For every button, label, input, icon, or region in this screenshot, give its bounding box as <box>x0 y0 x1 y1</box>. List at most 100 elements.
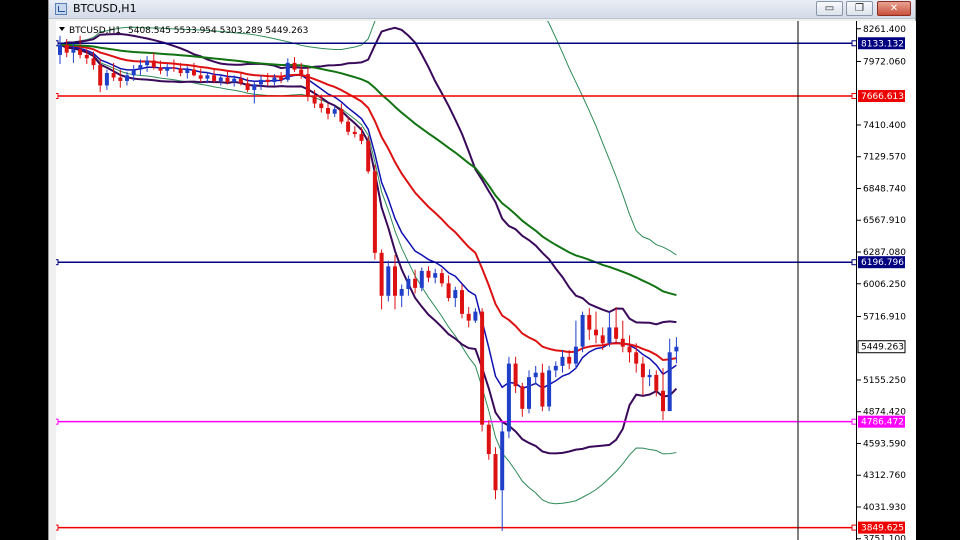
close-icon: ✕ <box>889 3 899 14</box>
minimize-icon: ▭ <box>824 3 835 14</box>
scale-tick-label: 7972.060 <box>863 57 906 67</box>
scale-tick-label: 3751.100 <box>863 535 906 540</box>
candle-body <box>145 60 150 66</box>
candlestick-chart[interactable]: BTCUSD,H1 5408.545 5533.954 5303.289 544… <box>56 21 856 540</box>
candle-body <box>393 266 397 296</box>
candle-body <box>138 65 143 70</box>
candle-body <box>232 78 237 83</box>
candle-body <box>339 109 344 122</box>
candle-body <box>553 365 558 371</box>
candle-body <box>674 346 679 352</box>
candle-body <box>587 314 592 330</box>
inner-band-upper <box>59 26 677 326</box>
candle-body <box>104 73 109 86</box>
close-button[interactable]: ✕ <box>877 1 911 16</box>
horizontal-levels <box>56 40 856 531</box>
header-dropdown-icon[interactable] <box>59 27 65 31</box>
level-handle <box>56 418 59 425</box>
candle-body <box>654 374 659 391</box>
candle-body <box>238 78 243 84</box>
scale-tick-label: 6006.250 <box>863 280 906 290</box>
restore-icon: ❐ <box>855 3 864 14</box>
medium-moving-average <box>59 43 677 362</box>
candle-body <box>64 44 69 53</box>
candle-body <box>560 356 565 366</box>
candle-body <box>614 327 619 339</box>
level-price-label: 7666.613 <box>861 92 904 102</box>
window-title: BTCUSD,H1 <box>73 2 137 15</box>
scale-tick-label: 6567.910 <box>863 216 906 226</box>
chart-window-icon <box>55 3 67 15</box>
level-price-label: 8133.132 <box>861 39 904 49</box>
candle-body <box>527 377 531 409</box>
candle-body <box>493 454 498 491</box>
candle-body <box>366 140 371 172</box>
candle-body <box>352 131 357 135</box>
candle-body <box>171 67 176 69</box>
candle-body <box>439 273 444 284</box>
candle-body <box>78 49 83 55</box>
candle-body <box>460 290 464 314</box>
candle-body <box>567 356 572 364</box>
level-handle <box>56 259 59 266</box>
inner-band-lower <box>59 43 678 455</box>
candle-body <box>372 171 377 253</box>
candle-body <box>198 75 203 79</box>
candle-body <box>279 77 284 80</box>
candle-body <box>540 372 545 407</box>
candle-body <box>225 77 230 83</box>
level-handle <box>56 40 59 47</box>
candle-body <box>419 270 424 288</box>
header-ohlc: 5408.545 5533.954 5303.289 5449.263 <box>128 26 308 36</box>
candle-body <box>91 58 96 66</box>
candle-body <box>118 77 123 81</box>
candle-body <box>245 83 250 90</box>
candle-body <box>386 266 391 296</box>
candle-body <box>506 363 511 432</box>
candle-body <box>399 288 404 296</box>
candle-body <box>453 290 458 299</box>
price-axis[interactable]: 8261.400 7972.060 7410.400 7129.570 6848.740… <box>857 21 916 540</box>
candle-body <box>359 134 364 141</box>
candle-body <box>513 363 518 387</box>
chart-plot-area[interactable]: BTCUSD,H1 5408.545 5533.954 5303.289 544… <box>56 21 856 540</box>
scale-tick-label: 4312.760 <box>863 471 906 481</box>
title-bar[interactable]: BTCUSD,H1 ▭ ❐ ✕ <box>49 0 915 19</box>
candle-body <box>573 346 578 364</box>
candle-body <box>292 62 297 70</box>
candle-body <box>185 69 190 74</box>
level-price-label: 3849.625 <box>861 524 904 534</box>
candle-body <box>600 335 605 344</box>
candle-body <box>627 346 632 353</box>
scale-tick-label: 5716.910 <box>863 312 906 322</box>
scale-tick-label: 4593.590 <box>863 439 906 449</box>
current-price-label: 5449.263 <box>861 343 904 353</box>
candle-body <box>406 278 411 289</box>
chart-header: BTCUSD,H1 5408.545 5533.954 5303.289 544… <box>59 26 308 36</box>
candle-body <box>486 424 491 455</box>
candle-body <box>533 372 538 378</box>
scale-tick-label: 6848.740 <box>863 184 906 194</box>
scale-tick-label: 7410.400 <box>863 121 906 131</box>
candle-body <box>480 311 485 425</box>
price-scale[interactable]: 8261.400 7972.060 7410.400 7129.570 6848.740… <box>856 21 916 540</box>
candle-body <box>426 270 431 278</box>
candle-body <box>607 327 612 344</box>
candle-body <box>346 121 351 132</box>
candle-body <box>379 252 384 296</box>
candle-body <box>299 69 304 75</box>
level-handle <box>56 524 59 531</box>
outer-band-lower <box>59 44 677 505</box>
candle-body <box>634 352 639 364</box>
candle-body <box>547 370 552 407</box>
scale-tick-label: 5155.250 <box>863 376 906 386</box>
candle-body <box>84 54 89 59</box>
candle-body <box>326 108 330 114</box>
candle-body <box>433 273 438 278</box>
candle-body <box>446 283 451 299</box>
minimize-button[interactable]: ▭ <box>816 1 843 16</box>
candle-body <box>473 311 478 321</box>
candle-body <box>312 96 317 104</box>
restore-button[interactable]: ❐ <box>846 1 873 16</box>
candle-body <box>500 431 505 491</box>
